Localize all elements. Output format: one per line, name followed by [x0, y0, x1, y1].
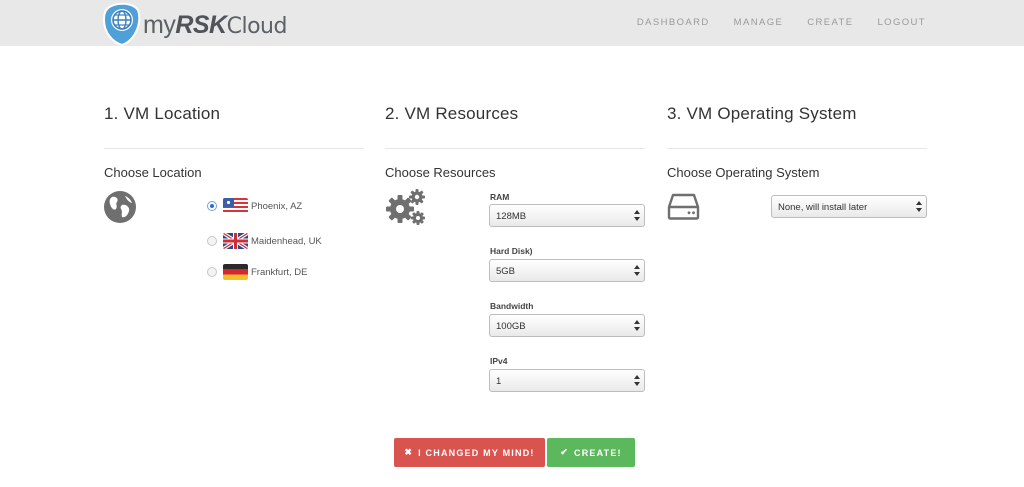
location-option-phoenix[interactable]: Phoenix, AZ [207, 198, 302, 214]
nav-manage[interactable]: MANAGE [734, 17, 784, 28]
resources-section: 2. VM Resources Choose Resources [385, 104, 645, 180]
radio-phoenix[interactable] [207, 201, 217, 211]
location-option-frankfurt[interactable]: Frankfurt, DE [207, 264, 308, 280]
select-arrows-icon [634, 210, 640, 221]
ipv4-value: 1 [496, 376, 502, 387]
bandwidth-value: 100GB [496, 321, 526, 332]
nav-dashboard[interactable]: DASHBOARD [637, 17, 710, 28]
uk-flag-icon [223, 233, 248, 249]
top-navbar: myRSKCloud DASHBOARD MANAGE CREATE LOGOU… [0, 0, 1024, 46]
resources-subtitle: Choose Resources [385, 165, 496, 180]
nav-logout[interactable]: LOGOUT [877, 17, 926, 28]
disk-value: 5GB [496, 266, 516, 277]
divider [385, 148, 645, 149]
select-arrows-icon [634, 320, 640, 331]
check-icon: ✔ [560, 447, 569, 457]
ram-label: RAM [490, 192, 510, 202]
ipv4-select[interactable]: 1 [489, 369, 645, 392]
main-nav: DASHBOARD MANAGE CREATE LOGOUT [637, 17, 926, 28]
brand-logo[interactable]: myRSKCloud [102, 2, 287, 46]
os-title: 3. VM Operating System [667, 104, 857, 123]
location-title: 1. VM Location [104, 104, 221, 123]
disk-select[interactable]: 5GB [489, 259, 645, 282]
radio-frankfurt[interactable] [207, 267, 217, 277]
create-button-label: CREATE! [574, 447, 622, 458]
bandwidth-select[interactable]: 100GB [489, 314, 645, 337]
location-subtitle: Choose Location [104, 165, 202, 180]
cancel-button-label: I CHANGED MY MIND! [418, 447, 535, 458]
globe-icon [104, 191, 136, 223]
globe-logo-icon [102, 2, 141, 46]
radio-maidenhead[interactable] [207, 236, 217, 246]
os-section: 3. VM Operating System Choose Operating … [667, 104, 927, 180]
location-section: 1. VM Location Choose Location [104, 104, 364, 180]
de-flag-icon [223, 264, 248, 280]
cancel-button[interactable]: ✖ I CHANGED MY MIND! [394, 438, 545, 467]
gears-icon [386, 189, 425, 225]
brand-name: myRSKCloud [143, 11, 287, 39]
close-icon: ✖ [404, 447, 414, 457]
select-arrows-icon [634, 375, 640, 386]
create-button[interactable]: ✔ CREATE! [547, 438, 635, 467]
os-subtitle: Choose Operating System [667, 165, 820, 180]
ipv4-label: IPv4 [490, 356, 508, 366]
location-label: Maidenhead, UK [251, 235, 322, 247]
resources-title: 2. VM Resources [385, 104, 519, 123]
divider [667, 148, 927, 149]
ram-select[interactable]: 128MB [489, 204, 645, 227]
select-arrows-icon [634, 265, 640, 276]
disk-label: Hard Disk) [490, 246, 533, 256]
bandwidth-label: Bandwidth [490, 301, 534, 311]
us-flag-icon [223, 198, 248, 214]
os-select[interactable]: None, will install later [771, 195, 927, 218]
ram-value: 128MB [496, 211, 527, 222]
os-value: None, will install later [778, 202, 868, 213]
location-option-maidenhead[interactable]: Maidenhead, UK [207, 233, 322, 249]
location-label: Frankfurt, DE [251, 266, 308, 278]
location-label: Phoenix, AZ [251, 200, 303, 212]
nav-create[interactable]: CREATE [807, 17, 853, 28]
select-arrows-icon [916, 201, 922, 212]
hard-drive-icon [667, 193, 700, 220]
divider [104, 148, 364, 149]
